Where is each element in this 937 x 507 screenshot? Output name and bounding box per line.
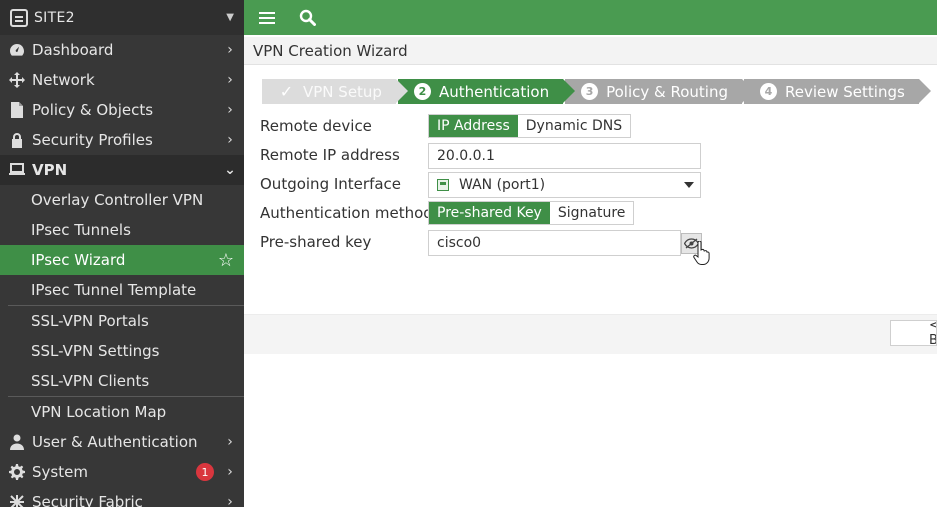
caret-down-icon	[684, 182, 694, 188]
sidebar-item-vpn[interactable]: VPN ⌄	[0, 155, 244, 185]
remote-ip-value: 20.0.0.1	[437, 148, 495, 164]
psk-input[interactable]: cisco0	[428, 230, 681, 256]
back-button-label: < Back	[929, 321, 936, 345]
interface-port-icon	[437, 179, 449, 191]
remote-device-toggle: IP Address Dynamic DNS	[428, 114, 632, 138]
device-name: SITE2	[34, 9, 75, 26]
caret-down-icon: ▼	[226, 12, 234, 23]
chevron-right-icon: ›	[227, 102, 233, 118]
auth-method-toggle: Pre-shared Key Signature	[428, 201, 635, 225]
sidebar-subitem-label: IPsec Wizard	[31, 251, 126, 269]
chevron-right-icon: ›	[227, 72, 233, 88]
chevron-right-icon: ›	[227, 42, 233, 58]
auth-method-label: Authentication method	[260, 204, 433, 222]
sidebar-subitem-label: IPsec Tunnel Template	[31, 281, 197, 299]
step-label: Authentication	[438, 82, 550, 101]
step-review-settings[interactable]: 4 Review Settings	[743, 79, 931, 104]
remote-device-option-ip-address[interactable]: IP Address	[429, 115, 518, 137]
back-button[interactable]: < Back	[890, 320, 937, 346]
notification-badge: 1	[196, 463, 214, 481]
auth-method-option-signature[interactable]: Signature	[549, 202, 634, 224]
remote-device-label: Remote device	[260, 117, 372, 135]
sidebar-item-user-authentication[interactable]: User & Authentication ›	[0, 427, 244, 457]
wizard-footer	[244, 314, 937, 354]
outgoing-interface-select[interactable]: WAN (port1)	[428, 172, 701, 198]
sidebar-item-label: Dashboard	[32, 41, 114, 59]
hand-cursor-icon	[693, 241, 710, 265]
sidebar-item-policy-objects[interactable]: Policy & Objects ›	[0, 95, 244, 125]
star-icon[interactable]: ☆	[218, 250, 234, 271]
step-label: VPN Setup	[303, 82, 382, 101]
sidebar-item-label: Security Profiles	[32, 131, 153, 149]
sidebar-item-label: Network	[32, 71, 95, 89]
sidebar-item-security-fabric[interactable]: Security Fabric ›	[0, 487, 244, 507]
sidebar-subitem-label: VPN Location Map	[31, 403, 167, 421]
sidebar-subitem-ssl-vpn-portals[interactable]: SSL-VPN Portals	[0, 306, 244, 336]
page-title: VPN Creation Wizard	[244, 37, 937, 65]
sidebar-subitem-ssl-vpn-clients[interactable]: SSL-VPN Clients	[0, 366, 244, 396]
fabric-icon	[8, 493, 26, 507]
search-icon[interactable]	[296, 7, 318, 29]
sidebar-subitem-vpn-location-map[interactable]: VPN Location Map	[0, 397, 244, 427]
chevron-down-icon: ⌄	[224, 162, 236, 178]
document-icon	[8, 101, 26, 119]
sidebar-item-network[interactable]: Network ›	[0, 65, 244, 95]
auth-method-option-pre-shared-key[interactable]: Pre-shared Key	[429, 202, 550, 224]
sidebar-subitem-ipsec-tunnels[interactable]: IPsec Tunnels	[0, 215, 244, 245]
sidebar-subitem-label: Overlay Controller VPN	[31, 191, 204, 209]
outgoing-interface-value: WAN (port1)	[459, 177, 546, 193]
sidebar-subitem-label: SSL-VPN Settings	[31, 342, 160, 360]
dashboard-icon	[8, 41, 26, 59]
sidebar-subitem-label: IPsec Tunnels	[31, 221, 131, 239]
sidebar-subitem-label: SSL-VPN Clients	[31, 372, 150, 390]
device-selector[interactable]: SITE2 ▼	[0, 0, 244, 35]
laptop-icon	[8, 161, 26, 179]
sidebar-subitem-ipsec-wizard[interactable]: IPsec Wizard ☆	[0, 245, 244, 275]
sidebar: SITE2 ▼ Dashboard › Network › Policy & O…	[0, 0, 244, 507]
outgoing-interface-label: Outgoing Interface	[260, 175, 402, 193]
sidebar-item-label: System	[32, 463, 88, 481]
device-icon	[10, 8, 28, 27]
sidebar-subitem-label: SSL-VPN Portals	[31, 312, 149, 330]
remote-device-option-dynamic-dns[interactable]: Dynamic DNS	[517, 115, 631, 137]
sidebar-item-label: Policy & Objects	[32, 101, 154, 119]
sidebar-subitem-overlay-controller-vpn[interactable]: Overlay Controller VPN	[0, 185, 244, 215]
chevron-right-icon: ›	[227, 494, 233, 507]
psk-label: Pre-shared key	[260, 233, 372, 251]
checkmark-icon: ✓	[279, 82, 294, 101]
step-policy-routing[interactable]: 3 Policy & Routing	[565, 79, 754, 104]
step-label: Review Settings	[784, 82, 905, 101]
sidebar-item-dashboard[interactable]: Dashboard ›	[0, 35, 244, 65]
chevron-right-icon: ›	[227, 464, 233, 480]
sidebar-item-system[interactable]: System 1 ›	[0, 457, 244, 487]
chevron-right-icon: ›	[227, 434, 233, 450]
sidebar-subitem-ipsec-tunnel-template[interactable]: IPsec Tunnel Template	[0, 275, 244, 305]
step-number: 2	[413, 83, 431, 100]
step-number: 3	[581, 83, 599, 100]
top-bar	[244, 0, 937, 35]
psk-value: cisco0	[437, 235, 482, 251]
chevron-right-icon: ›	[227, 132, 233, 148]
sidebar-item-security-profiles[interactable]: Security Profiles ›	[0, 125, 244, 155]
step-vpn-setup[interactable]: ✓ VPN Setup	[262, 79, 408, 104]
step-authentication[interactable]: 2 Authentication	[397, 79, 576, 104]
sidebar-item-label: VPN	[32, 161, 68, 179]
sidebar-item-label: Security Fabric	[32, 493, 143, 507]
wizard-steps: ✓ VPN Setup 2 Authentication 3 Policy & …	[262, 79, 931, 104]
user-icon	[8, 433, 26, 451]
hamburger-menu-icon[interactable]	[256, 7, 278, 29]
lock-icon	[8, 131, 26, 149]
remote-ip-input[interactable]: 20.0.0.1	[428, 143, 701, 169]
gear-icon	[8, 463, 26, 481]
remote-ip-label: Remote IP address	[260, 146, 400, 164]
sidebar-item-label: User & Authentication	[32, 433, 198, 451]
network-arrows-icon	[8, 71, 26, 89]
sidebar-subitem-ssl-vpn-settings[interactable]: SSL-VPN Settings	[0, 336, 244, 366]
step-number: 4	[759, 83, 777, 100]
step-label: Policy & Routing	[606, 82, 728, 101]
